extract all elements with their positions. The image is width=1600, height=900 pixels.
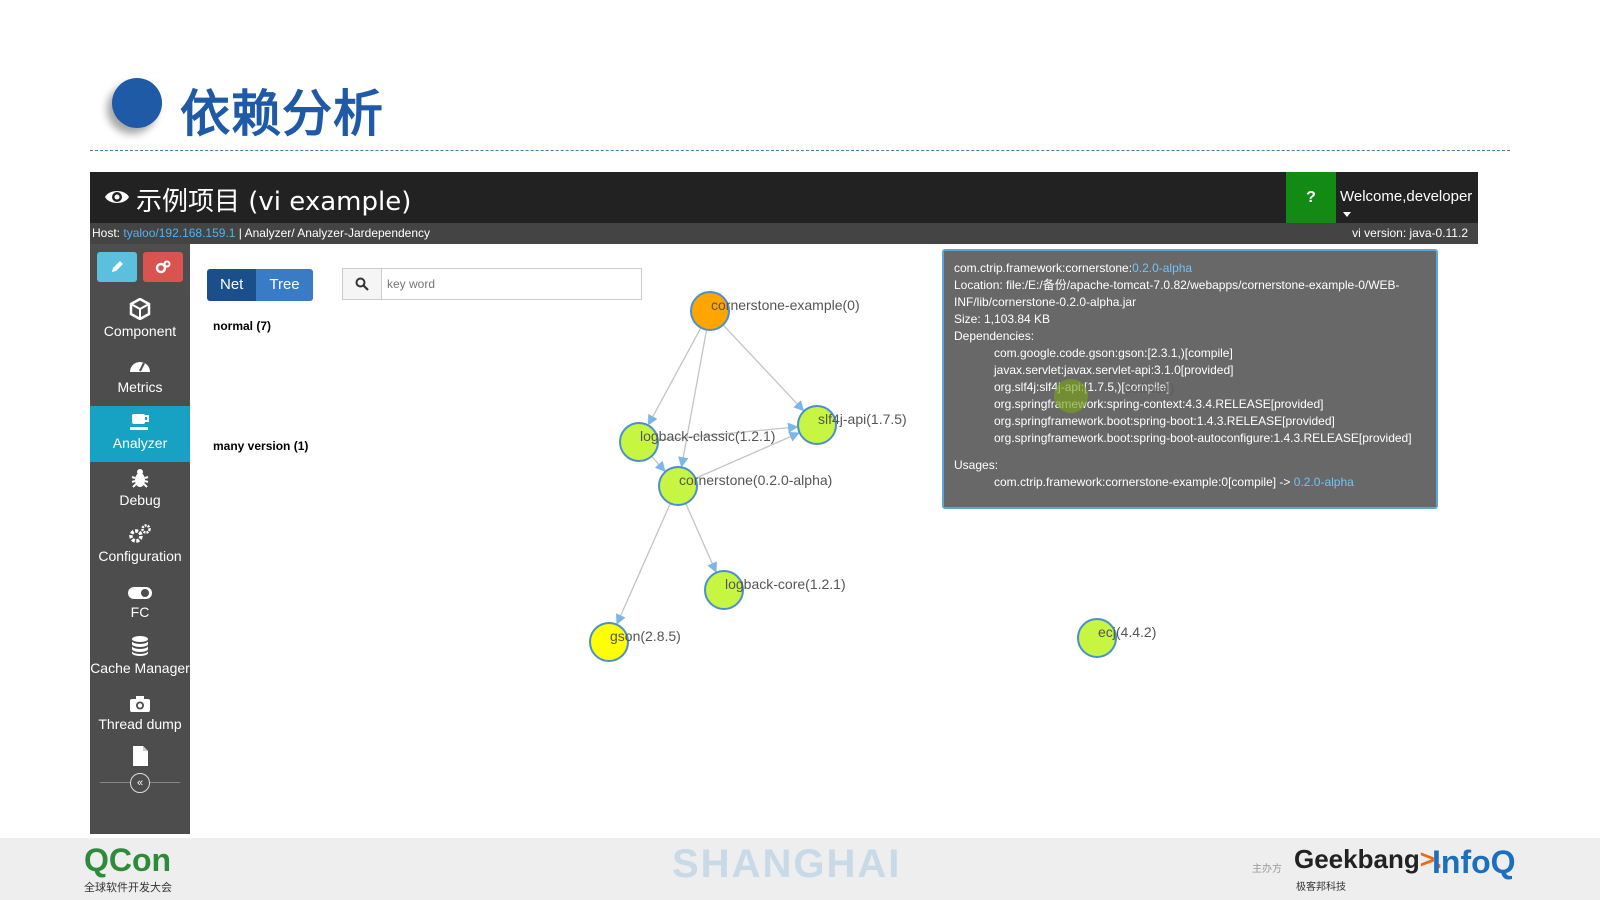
dependency-detail-panel: defined) com.ctrip.framework:cornerstone… bbox=[942, 249, 1438, 509]
dependency-item: org.springframework:spring-context:4.3.4… bbox=[994, 397, 1324, 411]
dependency-item: javax.servlet:javax.servlet-api:3.1.0[pr… bbox=[994, 363, 1234, 377]
dependency-item: org.springframework.boot:spring-boot-aut… bbox=[994, 431, 1412, 445]
geekbang-logo: Geekbang>. bbox=[1294, 844, 1442, 875]
geekbang-text: Geekbang bbox=[1294, 844, 1420, 874]
graph-edge bbox=[616, 503, 671, 625]
city-label: SHANGHAI bbox=[672, 842, 902, 886]
location-text: Location: file:/E:/备份/apache-tomcat-7.0.… bbox=[954, 278, 1400, 309]
dependencies-heading: Dependencies: bbox=[954, 329, 1035, 343]
graph-edge bbox=[647, 327, 702, 426]
graph-node[interactable]: logback-classic(1.2.1) bbox=[619, 422, 775, 462]
graph-node-label: ecj(4.4.2) bbox=[1098, 624, 1156, 640]
qcon-subtitle: 全球软件开发大会 bbox=[84, 881, 172, 894]
hidden-node-label: defined) bbox=[1124, 380, 1175, 396]
usage-item: com.ctrip.framework:cornerstone-example:… bbox=[954, 474, 1426, 491]
dashed-divider bbox=[90, 150, 1510, 151]
geekbang-subtitle: 极客邦科技 bbox=[1296, 882, 1346, 893]
usage-text: com.ctrip.framework:cornerstone-example:… bbox=[994, 475, 1294, 489]
graph-edge bbox=[651, 455, 666, 473]
usages-heading: Usages: bbox=[954, 458, 999, 472]
graph-node-label: cornerstone-example(0) bbox=[711, 297, 860, 313]
graph-node[interactable]: gson(2.8.5) bbox=[589, 622, 681, 662]
host-org-label: 主办方 bbox=[1252, 864, 1282, 875]
graph-node-label: slf4j-api(1.7.5) bbox=[818, 411, 907, 427]
size-text: Size: 1,103.84 KB bbox=[954, 312, 1051, 326]
graph-edge bbox=[722, 324, 805, 412]
infoq-logo: InfoQ bbox=[1432, 844, 1516, 880]
hidden-node bbox=[1054, 379, 1088, 413]
artifact-line: com.ctrip.framework:cornerstone:0.2.0-al… bbox=[954, 260, 1426, 277]
graph-node[interactable]: slf4j-api(1.7.5) bbox=[797, 405, 907, 445]
app-window: 示例项目 (vi example) ? Welcome,developer Ho… bbox=[90, 172, 1478, 834]
graph-node-label: logback-core(1.2.1) bbox=[725, 576, 846, 592]
graph-edge bbox=[685, 503, 717, 573]
graph-edge bbox=[678, 329, 708, 468]
usage-version[interactable]: 0.2.0-alpha bbox=[1294, 475, 1354, 489]
graph-node[interactable]: cornerstone-example(0) bbox=[690, 291, 860, 331]
dependency-item: com.google.code.gson:gson:[2.3.1,)[compi… bbox=[994, 346, 1233, 360]
artifact-name: com.ctrip.framework:cornerstone: bbox=[954, 261, 1133, 275]
slide-footer: QCon 全球软件开发大会 SHANGHAI 主办方 Geekbang>. 极客… bbox=[0, 838, 1600, 900]
artifact-version[interactable]: 0.2.0-alpha bbox=[1132, 261, 1192, 275]
graph-node[interactable]: cornerstone(0.2.0-alpha) bbox=[658, 466, 832, 506]
qcon-logo: QCon bbox=[84, 842, 172, 878]
graph-node[interactable]: logback-core(1.2.1) bbox=[704, 570, 846, 610]
graph-node-label: logback-classic(1.2.1) bbox=[640, 428, 775, 444]
graph-node[interactable]: ecj(4.4.2) bbox=[1077, 618, 1156, 658]
dependency-item: org.slf4j:slf4j-api:[1.7.5,)[compile] bbox=[954, 379, 1426, 396]
graph-node-label: gson(2.8.5) bbox=[610, 628, 681, 644]
dependency-item: org.springframework.boot:spring-boot:1.4… bbox=[994, 414, 1335, 428]
title-bullet bbox=[112, 78, 162, 128]
slide-title: 依赖分析 bbox=[180, 85, 384, 143]
graph-node-label: cornerstone(0.2.0-alpha) bbox=[679, 472, 832, 488]
